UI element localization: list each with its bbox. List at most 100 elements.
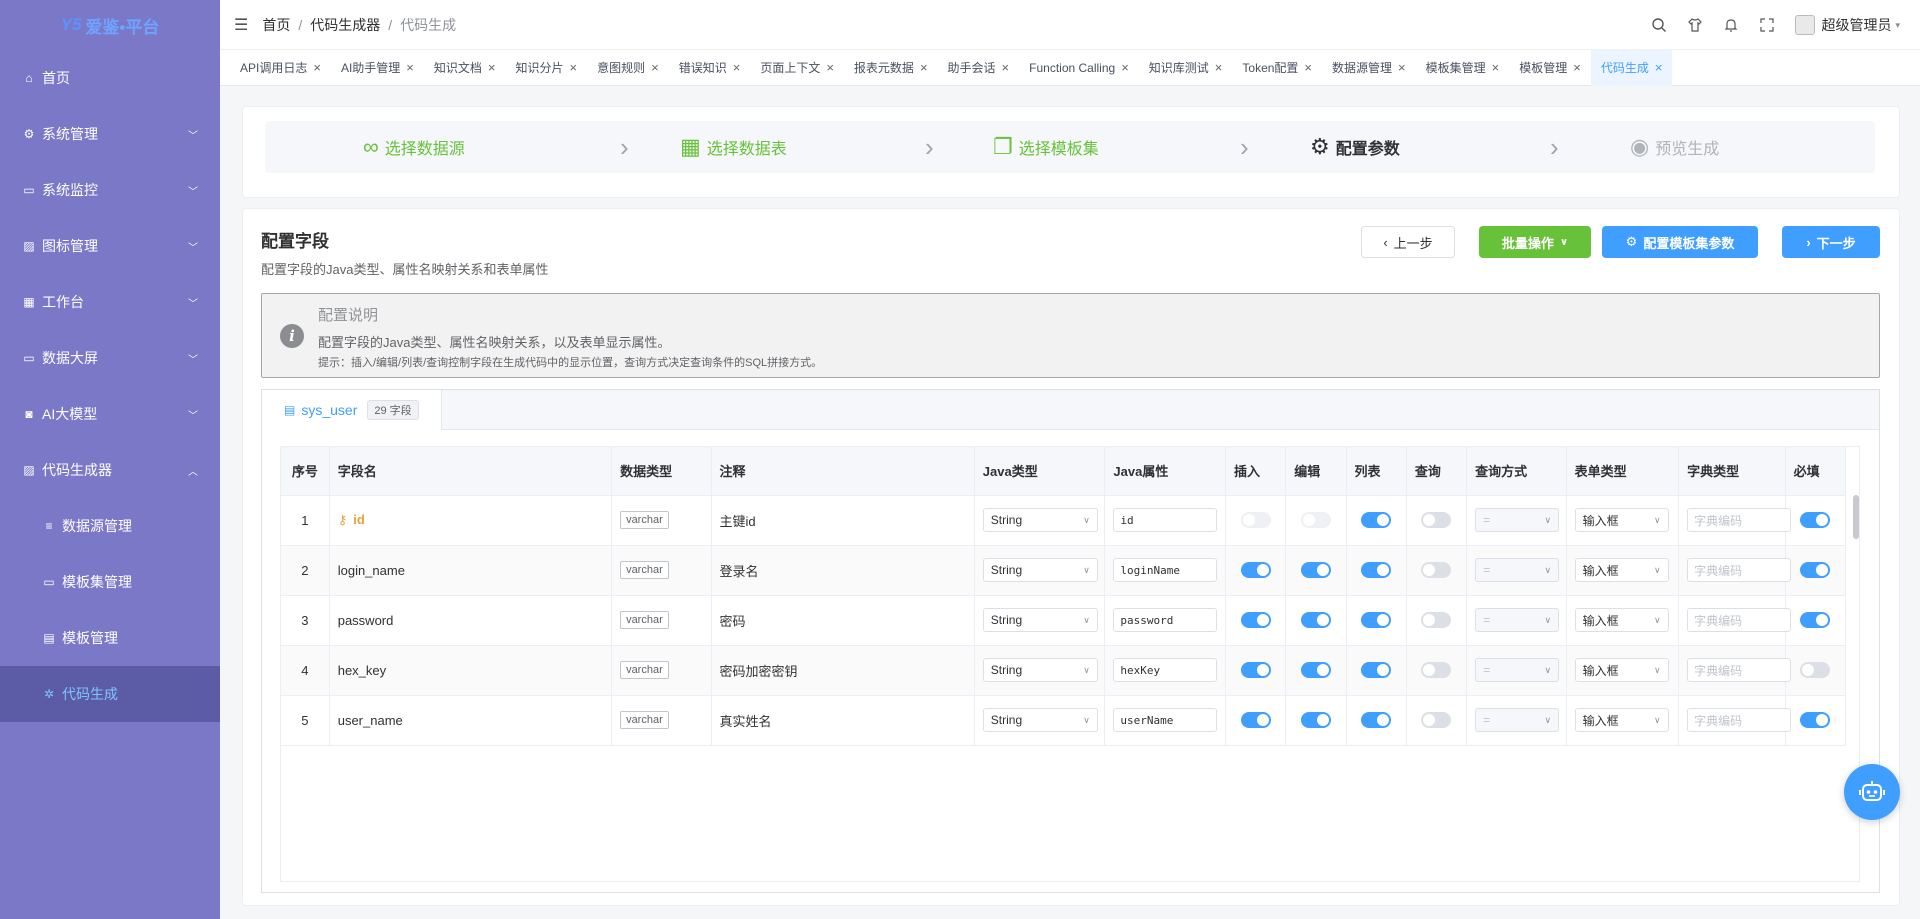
tab-item[interactable]: 知识库测试 × bbox=[1139, 50, 1233, 86]
step-3[interactable]: ⚙ 配置参数 bbox=[1310, 121, 1400, 173]
template-params-button[interactable]: ⚙ 配置模板集参数 bbox=[1602, 226, 1758, 258]
required-switch[interactable] bbox=[1800, 512, 1831, 529]
tab-item[interactable]: 代码生成 × bbox=[1590, 49, 1673, 86]
list-switch[interactable] bbox=[1361, 712, 1392, 729]
step-1[interactable]: ▦ 选择数据表 bbox=[680, 121, 787, 173]
insert-switch[interactable] bbox=[1240, 612, 1271, 629]
prev-step-button[interactable]: ‹ 上一步 bbox=[1361, 226, 1455, 258]
java-type-select[interactable]: String ∨ bbox=[982, 608, 1098, 632]
tab-item[interactable]: Function Calling × bbox=[1019, 50, 1139, 86]
edit-switch[interactable] bbox=[1300, 512, 1331, 529]
tab-item[interactable]: 模板管理 × bbox=[1509, 50, 1591, 86]
query-mode-select[interactable]: = ∨ bbox=[1475, 508, 1560, 532]
sidebar-item-5[interactable]: ▭ 数据大屏 ﹀ bbox=[0, 330, 220, 386]
close-icon[interactable]: × bbox=[1655, 60, 1663, 75]
tab-item[interactable]: AI助手管理 × bbox=[331, 50, 424, 86]
insert-switch[interactable] bbox=[1240, 512, 1271, 529]
step-4[interactable]: ◉ 预览生成 bbox=[1630, 121, 1719, 173]
query-switch[interactable] bbox=[1421, 512, 1452, 529]
tab-item[interactable]: 页面上下文 × bbox=[750, 50, 844, 86]
query-mode-select[interactable]: = ∨ bbox=[1475, 658, 1560, 682]
java-property-input[interactable]: userName bbox=[1113, 708, 1218, 732]
form-type-select[interactable]: 输入框 ∨ bbox=[1574, 508, 1669, 532]
search-icon[interactable] bbox=[1651, 17, 1667, 33]
user-menu[interactable]: 超级管理员 ▾ bbox=[1795, 15, 1900, 35]
form-type-select[interactable]: 输入框 ∨ bbox=[1574, 658, 1669, 682]
batch-action-button[interactable]: 批量操作 ∨ bbox=[1479, 226, 1591, 258]
query-mode-select[interactable]: = ∨ bbox=[1475, 558, 1560, 582]
close-icon[interactable]: × bbox=[920, 60, 928, 75]
close-icon[interactable]: × bbox=[1304, 60, 1312, 75]
query-mode-select[interactable]: = ∨ bbox=[1475, 608, 1560, 632]
vertical-scrollbar[interactable] bbox=[1853, 495, 1859, 539]
close-icon[interactable]: × bbox=[1002, 60, 1010, 75]
sidebar-item-3[interactable]: ▨ 图标管理 ﹀ bbox=[0, 218, 220, 274]
sidebar-item-1[interactable]: ⚙ 系统管理 ﹀ bbox=[0, 106, 220, 162]
close-icon[interactable]: × bbox=[488, 60, 496, 75]
insert-switch[interactable] bbox=[1240, 662, 1271, 679]
close-icon[interactable]: × bbox=[406, 60, 414, 75]
java-type-select[interactable]: String ∨ bbox=[982, 658, 1098, 682]
close-icon[interactable]: × bbox=[826, 60, 834, 75]
dict-type-input[interactable]: 字典编码 bbox=[1687, 508, 1792, 532]
required-switch[interactable] bbox=[1800, 562, 1831, 579]
sidebar-item-2[interactable]: ▭ 系统监控 ﹀ bbox=[0, 162, 220, 218]
query-switch[interactable] bbox=[1421, 562, 1452, 579]
sidebar-subitem-1[interactable]: ▭ 模板集管理 bbox=[0, 554, 220, 610]
close-icon[interactable]: × bbox=[733, 60, 741, 75]
java-property-input[interactable]: password bbox=[1113, 608, 1218, 632]
table-tab-sys-user[interactable]: ▤ sys_user 29 字段 bbox=[262, 390, 442, 430]
insert-switch[interactable] bbox=[1240, 712, 1271, 729]
tab-item[interactable]: 意图规则 × bbox=[587, 50, 669, 86]
dict-type-input[interactable]: 字典编码 bbox=[1687, 608, 1792, 632]
app-logo[interactable]: Y5 爱鉴•平台 bbox=[0, 0, 220, 50]
java-type-select[interactable]: String ∨ bbox=[982, 708, 1098, 732]
tab-item[interactable]: Token配置 × bbox=[1232, 50, 1322, 86]
form-type-select[interactable]: 输入框 ∨ bbox=[1574, 608, 1669, 632]
close-icon[interactable]: × bbox=[313, 60, 321, 75]
sidebar-subitem-2[interactable]: ▤ 模板管理 bbox=[0, 610, 220, 666]
tab-item[interactable]: 报表元数据 × bbox=[844, 50, 938, 86]
java-type-select[interactable]: String ∨ bbox=[982, 558, 1098, 582]
query-switch[interactable] bbox=[1421, 712, 1452, 729]
java-property-input[interactable]: hexKey bbox=[1113, 658, 1218, 682]
breadcrumb-item[interactable]: 代码生成器 bbox=[310, 17, 380, 33]
sidebar-item-4[interactable]: ▦ 工作台 ﹀ bbox=[0, 274, 220, 330]
sidebar-item-6[interactable]: ◙ AI大模型 ﹀ bbox=[0, 386, 220, 442]
step-0[interactable]: ∞ 选择数据源 bbox=[363, 121, 465, 173]
tab-item[interactable]: API调用日志 × bbox=[230, 50, 331, 86]
step-2[interactable]: ❐ 选择模板集 bbox=[993, 121, 1099, 173]
shirt-icon[interactable] bbox=[1687, 17, 1703, 33]
next-step-button[interactable]: › 下一步 bbox=[1782, 226, 1880, 258]
edit-switch[interactable] bbox=[1300, 662, 1331, 679]
edit-switch[interactable] bbox=[1300, 562, 1331, 579]
close-icon[interactable]: × bbox=[1573, 60, 1581, 75]
edit-switch[interactable] bbox=[1300, 712, 1331, 729]
insert-switch[interactable] bbox=[1240, 562, 1271, 579]
list-switch[interactable] bbox=[1361, 662, 1392, 679]
close-icon[interactable]: × bbox=[651, 60, 659, 75]
fullscreen-icon[interactable] bbox=[1759, 17, 1775, 33]
close-icon[interactable]: × bbox=[1215, 60, 1223, 75]
tab-item[interactable]: 知识分片 × bbox=[505, 50, 587, 86]
sidebar-item-7[interactable]: ▨ 代码生成器 ︿ bbox=[0, 442, 220, 498]
sidebar-subitem-0[interactable]: ≡ 数据源管理 bbox=[0, 498, 220, 554]
list-switch[interactable] bbox=[1361, 562, 1392, 579]
required-switch[interactable] bbox=[1800, 712, 1831, 729]
list-switch[interactable] bbox=[1361, 512, 1392, 529]
tab-item[interactable]: 模板集管理 × bbox=[1416, 50, 1510, 86]
tab-item[interactable]: 错误知识 × bbox=[669, 50, 751, 86]
dict-type-input[interactable]: 字典编码 bbox=[1687, 558, 1792, 582]
java-type-select[interactable]: String ∨ bbox=[982, 508, 1098, 532]
java-property-input[interactable]: id bbox=[1113, 508, 1218, 532]
bell-icon[interactable] bbox=[1723, 17, 1739, 33]
sidebar-item-0[interactable]: ⌂ 首页 bbox=[0, 50, 220, 106]
close-icon[interactable]: × bbox=[1492, 60, 1500, 75]
query-mode-select[interactable]: = ∨ bbox=[1475, 708, 1560, 732]
query-switch[interactable] bbox=[1421, 612, 1452, 629]
close-icon[interactable]: × bbox=[1398, 60, 1406, 75]
ai-assistant-button[interactable] bbox=[1844, 764, 1900, 820]
dict-type-input[interactable]: 字典编码 bbox=[1687, 658, 1792, 682]
sidebar-subitem-3[interactable]: ✲ 代码生成 bbox=[0, 666, 220, 722]
java-property-input[interactable]: loginName bbox=[1113, 558, 1218, 582]
